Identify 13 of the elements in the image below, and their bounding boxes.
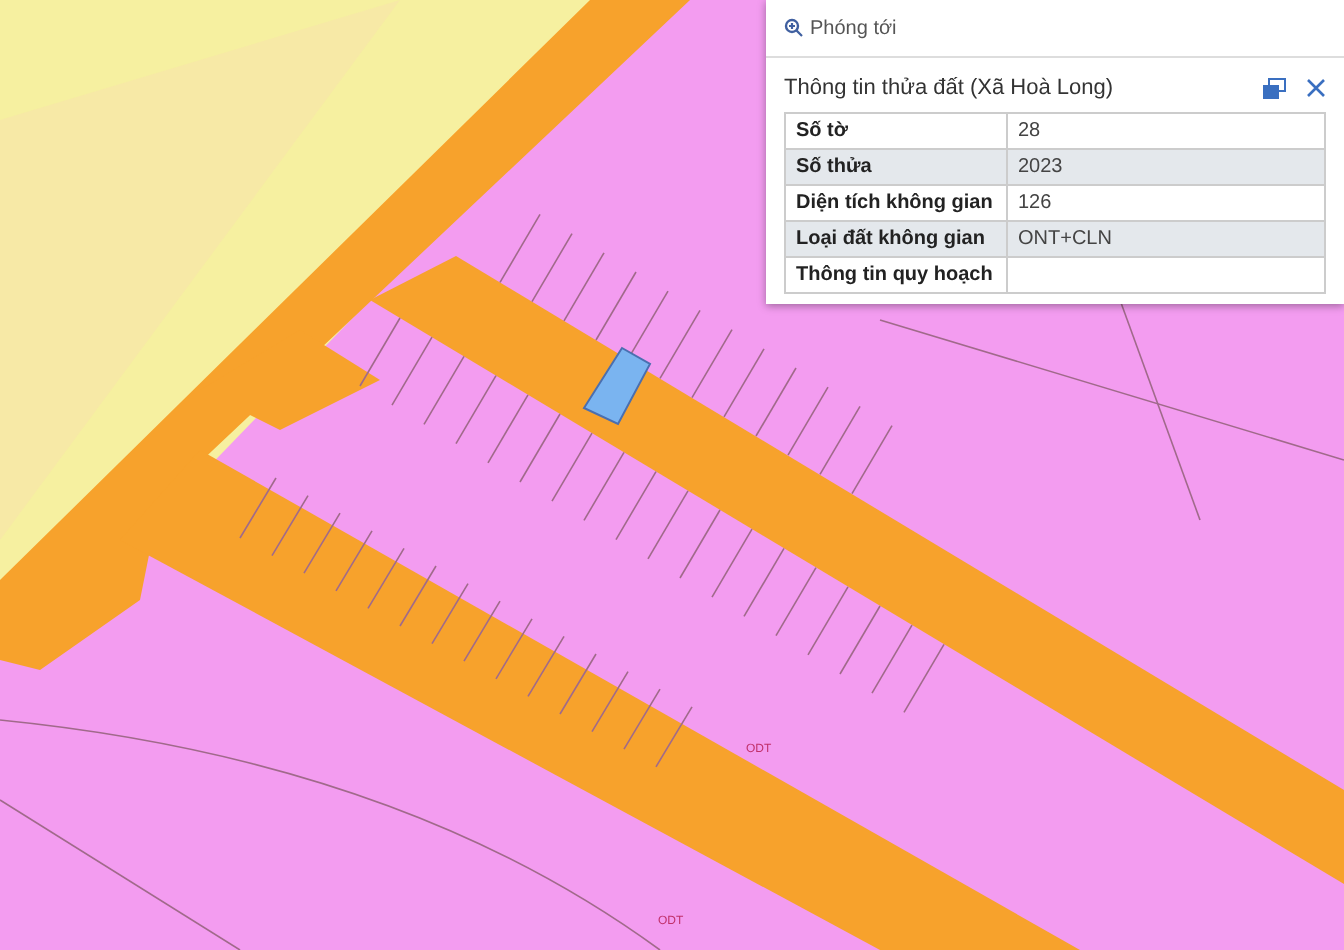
zoom-in-icon [784, 18, 804, 38]
panel-title: Thông tin thửa đất (Xã Hoà Long) [784, 76, 1116, 100]
selected-parcel-shape[interactable] [582, 346, 652, 426]
zoom-to-link[interactable]: Phóng tới [784, 17, 897, 39]
field-value: ONT+CLN [1007, 221, 1325, 257]
field-label: Loại đất không gian [785, 221, 1007, 257]
field-value: 28 [1007, 113, 1325, 149]
field-label: Thông tin quy hoạch [785, 257, 1007, 293]
field-label: Số tờ [785, 113, 1007, 149]
close-icon[interactable] [1306, 78, 1326, 98]
window-icon[interactable] [1262, 77, 1286, 99]
field-value: 2023 [1007, 149, 1325, 185]
field-label: Số thửa [785, 149, 1007, 185]
